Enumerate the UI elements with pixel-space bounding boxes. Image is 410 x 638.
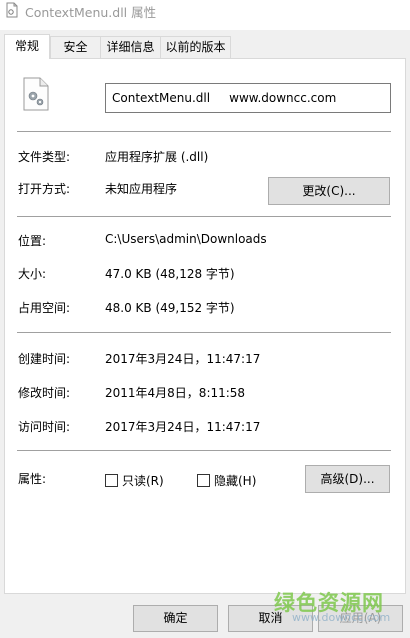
created-label: 创建时间:	[18, 352, 71, 366]
accessed-label: 访问时间:	[18, 420, 71, 434]
readonly-label: 只读(R)	[122, 474, 164, 488]
open-with-value: 未知应用程序	[105, 182, 178, 196]
separator	[17, 131, 391, 132]
size-on-disk-value: 48.0 KB (49,152 字节)	[105, 301, 235, 315]
tab-security[interactable]: 安全	[50, 36, 101, 58]
size-on-disk-label: 占用空间:	[18, 301, 71, 315]
accessed-value: 2017年3月24日，11:47:17	[105, 420, 261, 434]
attributes-label: 属性:	[18, 472, 47, 486]
readonly-checkbox[interactable]: 只读(R)	[105, 472, 164, 489]
file-type-label: 文件类型:	[18, 150, 71, 164]
ok-button[interactable]: 确定	[133, 605, 218, 632]
tab-details[interactable]: 详细信息	[100, 36, 161, 58]
file-type-value: 应用程序扩展 (.dll)	[105, 150, 209, 164]
hidden-checkbox-box[interactable]	[197, 474, 210, 487]
location-value: C:\Users\admin\Downloads	[105, 232, 267, 246]
dll-gear-file-icon	[21, 77, 51, 111]
hidden-label: 隐藏(H)	[214, 474, 257, 488]
readonly-checkbox-box[interactable]	[105, 474, 118, 487]
dll-file-icon	[4, 2, 20, 18]
separator	[17, 450, 391, 451]
title-bar: ContextMenu.dll 属性	[0, 0, 410, 30]
size-value: 47.0 KB (48,128 字节)	[105, 267, 235, 281]
advanced-button[interactable]: 高级(D)...	[305, 465, 390, 493]
window-title: ContextMenu.dll 属性	[25, 5, 157, 20]
separator	[17, 216, 391, 217]
location-label: 位置:	[18, 234, 47, 248]
modified-value: 2011年4月8日，8:11:58	[105, 386, 246, 400]
general-tab-panel: 文件类型: 应用程序扩展 (.dll) 打开方式: 未知应用程序 更改(C)..…	[4, 58, 406, 594]
tab-previous-versions[interactable]: 以前的版本	[160, 36, 231, 58]
size-label: 大小:	[18, 267, 47, 281]
created-value: 2017年3月24日，11:47:17	[105, 352, 261, 366]
separator	[17, 332, 391, 333]
tab-general[interactable]: 常规	[4, 34, 50, 59]
open-with-label: 打开方式:	[18, 182, 71, 196]
modified-label: 修改时间:	[18, 386, 71, 400]
file-name-input[interactable]	[105, 83, 391, 113]
change-button[interactable]: 更改(C)...	[268, 177, 390, 205]
hidden-checkbox[interactable]: 隐藏(H)	[197, 472, 256, 489]
watermark-url: www.downcc.com	[292, 611, 391, 624]
